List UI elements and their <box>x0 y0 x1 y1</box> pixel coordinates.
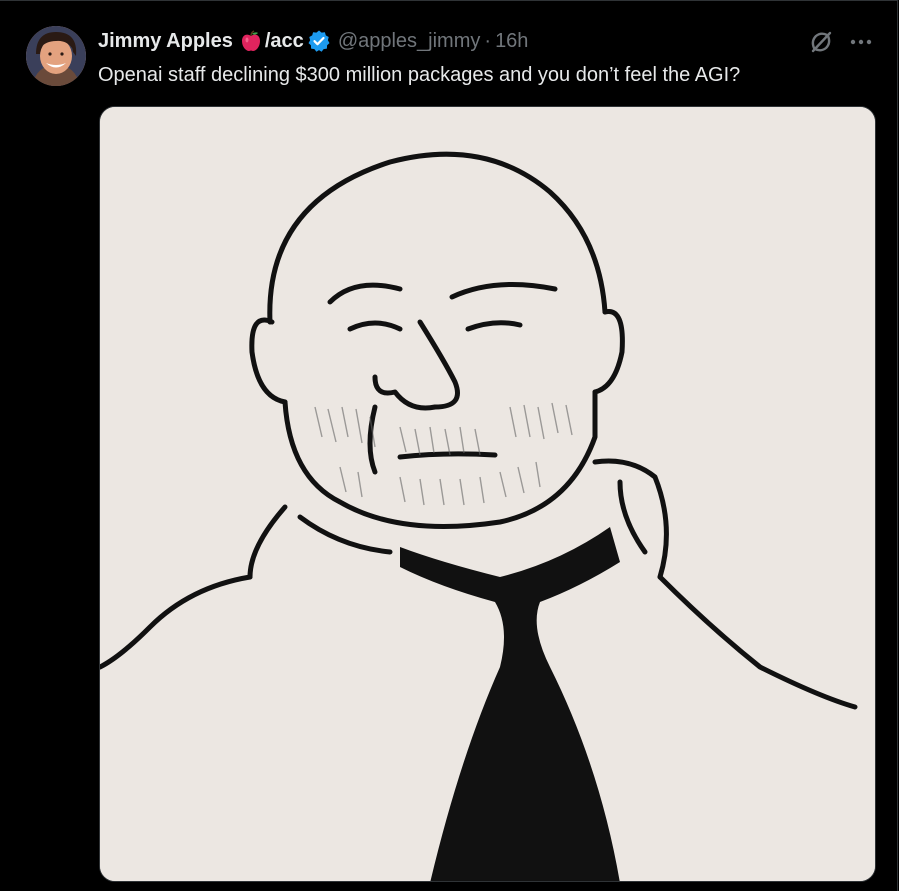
separator-dot: · <box>484 29 492 52</box>
name-suffix[interactable]: /acc <box>265 30 304 53</box>
display-name[interactable]: Jimmy Apples <box>98 30 233 53</box>
tweet-media-image[interactable] <box>99 106 876 882</box>
tweet-container[interactable]: Jimmy Apples /acc @apples_jimmy · 16h Op… <box>0 0 898 891</box>
tweet-timestamp[interactable]: 16h <box>495 30 528 53</box>
avatar[interactable] <box>26 26 86 86</box>
user-handle[interactable]: @apples_jimmy <box>338 30 481 53</box>
grok-icon[interactable] <box>808 29 834 55</box>
tweet-text: Openai staff declining $300 million pack… <box>98 64 741 86</box>
more-options-icon[interactable] <box>847 29 875 55</box>
man-with-tie-drawing <box>100 107 875 881</box>
verified-badge-icon[interactable] <box>307 29 331 53</box>
tweet-header: Jimmy Apples /acc @apples_jimmy · 16h <box>98 27 528 55</box>
apple-icon <box>239 29 263 53</box>
